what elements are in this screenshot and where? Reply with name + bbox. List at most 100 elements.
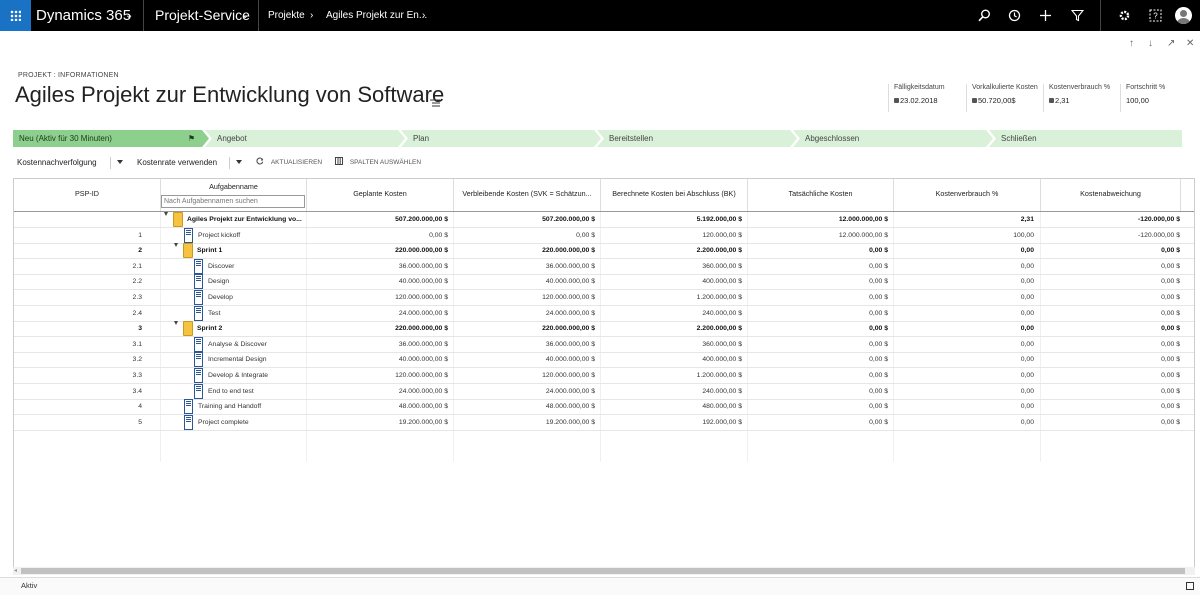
actual-cost-cell: 0,00 $: [869, 325, 888, 333]
table-row[interactable]: 3 Sprint 2 220.000.000,00 $ 220.000.000,00 …: [14, 321, 1194, 338]
app-launcher-icon[interactable]: [0, 0, 31, 31]
breadcrumb-projects[interactable]: Projekte: [268, 0, 305, 31]
task-name-cell[interactable]: Sprint 2: [197, 321, 304, 336]
table-row[interactable]: 3.2 Incremental Design 40.000.000,00 $ 40.0…: [14, 352, 1194, 369]
task-name-cell[interactable]: Project complete: [198, 415, 304, 430]
scroll-left-icon[interactable]: ◂: [14, 567, 17, 575]
chevron-down-icon[interactable]: [236, 160, 242, 164]
down-arrow-icon[interactable]: ↓: [1148, 38, 1153, 49]
breadcrumb-project[interactable]: Agiles Projekt zur En...: [326, 0, 427, 31]
task-name-cell[interactable]: Agiles Projekt zur Entwicklung vo...: [187, 212, 304, 227]
avatar[interactable]: [1175, 7, 1192, 24]
planned-cost-cell: 220.000.000,00 $: [395, 325, 448, 333]
task-name-search-input[interactable]: Nach Aufgabennamen suchen: [161, 195, 305, 208]
chevron-down-icon[interactable]: [117, 160, 123, 164]
header-field-progress[interactable]: Fortschritt % 100,00: [1120, 84, 1180, 112]
view-selector-cost-tracking[interactable]: Kostennachverfolgung: [17, 154, 97, 172]
task-name-cell[interactable]: Training and Handoff: [198, 399, 304, 414]
chevron-down-icon[interactable]: ⌄: [241, 0, 249, 31]
table-row[interactable]: 2.2 Design 40.000.000,00 $ 40.000.000,00 $ 4…: [14, 274, 1194, 291]
table-row[interactable]: 2.1 Discover 36.000.000,00 $ 36.000.000,00 …: [14, 258, 1194, 275]
task-name-cell[interactable]: Design: [208, 274, 304, 289]
column-header-planned-cost[interactable]: Geplante Kosten: [307, 179, 453, 211]
table-row[interactable]: 1 Project kickoff 0,00 $ 0,00 $ 120.000,00 $…: [14, 227, 1194, 244]
column-header-cost-consumption[interactable]: Kostenverbrauch %: [894, 179, 1040, 211]
psp-id-cell: 1: [138, 231, 142, 239]
stage-plan[interactable]: Plan: [401, 130, 601, 147]
up-arrow-icon[interactable]: ↑: [1129, 38, 1134, 49]
stage-completed[interactable]: Abgeschlossen: [793, 130, 993, 147]
column-header-cost-variance[interactable]: Kostenabweichung: [1041, 179, 1180, 211]
task-name-cell[interactable]: Analyse & Discover: [208, 337, 304, 352]
form-selector-icon[interactable]: [430, 94, 440, 112]
task-icon: [194, 290, 203, 305]
header-field-due-date[interactable]: Fälligkeitsdatum 23.02.2018: [888, 84, 963, 112]
actual-cost-cell: 0,00 $: [869, 418, 888, 426]
planned-cost-cell: 36.000.000,00 $: [398, 262, 448, 270]
table-row[interactable]: Agiles Projekt zur Entwicklung vo... 507.…: [14, 212, 1194, 228]
table-row[interactable]: 3.4 End to end test 24.000.000,00 $ 24.000.…: [14, 383, 1194, 400]
app-name[interactable]: Projekt-Service: [155, 0, 250, 31]
close-icon[interactable]: ✕: [1186, 38, 1194, 49]
planned-cost-cell: 24.000.000,00 $: [398, 309, 448, 317]
refresh-button[interactable]: AKTUALISIEREN: [256, 154, 322, 172]
stage-close[interactable]: Schließen: [989, 130, 1182, 147]
task-name-cell[interactable]: Incremental Design: [208, 352, 304, 367]
table-row[interactable]: 3.3 Develop & Integrate 120.000.000,00 $ 12…: [14, 368, 1194, 384]
filter-icon[interactable]: [1063, 0, 1093, 31]
column-header-psp-id[interactable]: PSP-ID: [14, 179, 160, 211]
table-row[interactable]: 2 Sprint 1 220.000.000,00 $ 220.000.000,00 …: [14, 243, 1194, 260]
chevron-right-icon[interactable]: ›: [422, 0, 425, 31]
table-row[interactable]: 2.4 Test 24.000.000,00 $ 24.000.000,00 $ 240…: [14, 305, 1194, 322]
collapse-icon[interactable]: [174, 243, 178, 258]
eac-cell: 240.000,00 $: [702, 387, 742, 395]
save-icon[interactable]: [1186, 582, 1194, 590]
stage-deploy[interactable]: Bereitstellen: [597, 130, 797, 147]
header-field-estimated-cost[interactable]: Vorkalkulierte Kosten 50.720,00$: [966, 84, 1043, 112]
column-header-actual-cost[interactable]: Tatsächliche Kosten: [748, 179, 893, 211]
field-label: Fortschritt %: [1126, 84, 1166, 91]
table-row[interactable]: 5 Project complete 19.200.000,00 $ 19.200.0…: [14, 414, 1194, 431]
expand-icon[interactable]: ↗: [1167, 38, 1175, 49]
table-row[interactable]: 2.3 Develop 120.000.000,00 $ 120.000.000,00…: [14, 290, 1194, 306]
column-header-estimate-at-completion[interactable]: Berechnete Kosten bei Abschluss (BK): [601, 179, 747, 211]
task-cost-grid: PSP-ID Aufgabenname Nach Aufgabennamen s…: [13, 178, 1195, 568]
table-row[interactable]: 4 Training and Handoff 48.000.000,00 $ 48.0…: [14, 399, 1194, 416]
cost-consumption-cell: 2,31: [1020, 216, 1034, 223]
stage-offer[interactable]: Angebot: [205, 130, 405, 147]
cost-variance-cell: 0,00 $: [1161, 387, 1180, 395]
cost-consumption-cell: 100,00: [1013, 231, 1034, 239]
task-name-cell[interactable]: Discover: [208, 259, 304, 274]
actual-cost-cell: 0,00 $: [869, 340, 888, 348]
task-name-cell[interactable]: Sprint 1: [197, 243, 304, 258]
gear-icon[interactable]: [1110, 0, 1140, 31]
select-columns-button[interactable]: SPALTEN AUSWÄHLEN: [335, 154, 421, 172]
search-icon[interactable]: [970, 0, 1000, 31]
task-name-cell[interactable]: End to end test: [208, 384, 304, 399]
task-name-cell[interactable]: Develop: [208, 290, 304, 305]
header-field-cost-consumption[interactable]: Kostenverbrauch % 2,31: [1043, 84, 1119, 112]
brand-title[interactable]: Dynamics 365: [36, 0, 131, 31]
chevron-down-icon[interactable]: ⌄: [125, 0, 133, 31]
collapse-icon[interactable]: [164, 212, 168, 227]
table-row[interactable]: 3.1 Analyse & Discover 36.000.000,00 $ 36.0…: [14, 336, 1194, 353]
view-selector-cost-rate[interactable]: Kostenrate verwenden: [137, 154, 217, 172]
task-name-cell[interactable]: Develop & Integrate: [208, 368, 304, 383]
task-name-cell[interactable]: Project kickoff: [198, 228, 304, 243]
scrollbar-thumb[interactable]: [21, 568, 1185, 574]
help-icon[interactable]: ?: [1141, 0, 1171, 31]
column-header-remaining-cost[interactable]: Verbleibende Kosten (SVK = Schätzun...: [454, 179, 600, 211]
cost-consumption-cell: 0,00: [1020, 387, 1034, 395]
history-icon[interactable]: [1000, 0, 1030, 31]
planned-cost-cell: 220.000.000,00 $: [395, 247, 448, 255]
stage-new[interactable]: Neu (Aktiv für 30 Minuten) ⚑: [13, 130, 209, 147]
planned-cost-cell: 40.000.000,00 $: [398, 356, 448, 364]
horizontal-scrollbar[interactable]: ◂: [13, 567, 1195, 575]
cost-consumption-cell: 0,00: [1020, 325, 1034, 333]
remaining-cost-cell: 507.200.000,00 $: [542, 216, 595, 223]
task-name-cell[interactable]: Test: [208, 306, 304, 321]
field-label: Vorkalkulierte Kosten: [972, 84, 1038, 91]
svg-text:?: ?: [1153, 12, 1158, 21]
plus-icon[interactable]: [1031, 0, 1061, 31]
collapse-icon[interactable]: [174, 321, 178, 336]
